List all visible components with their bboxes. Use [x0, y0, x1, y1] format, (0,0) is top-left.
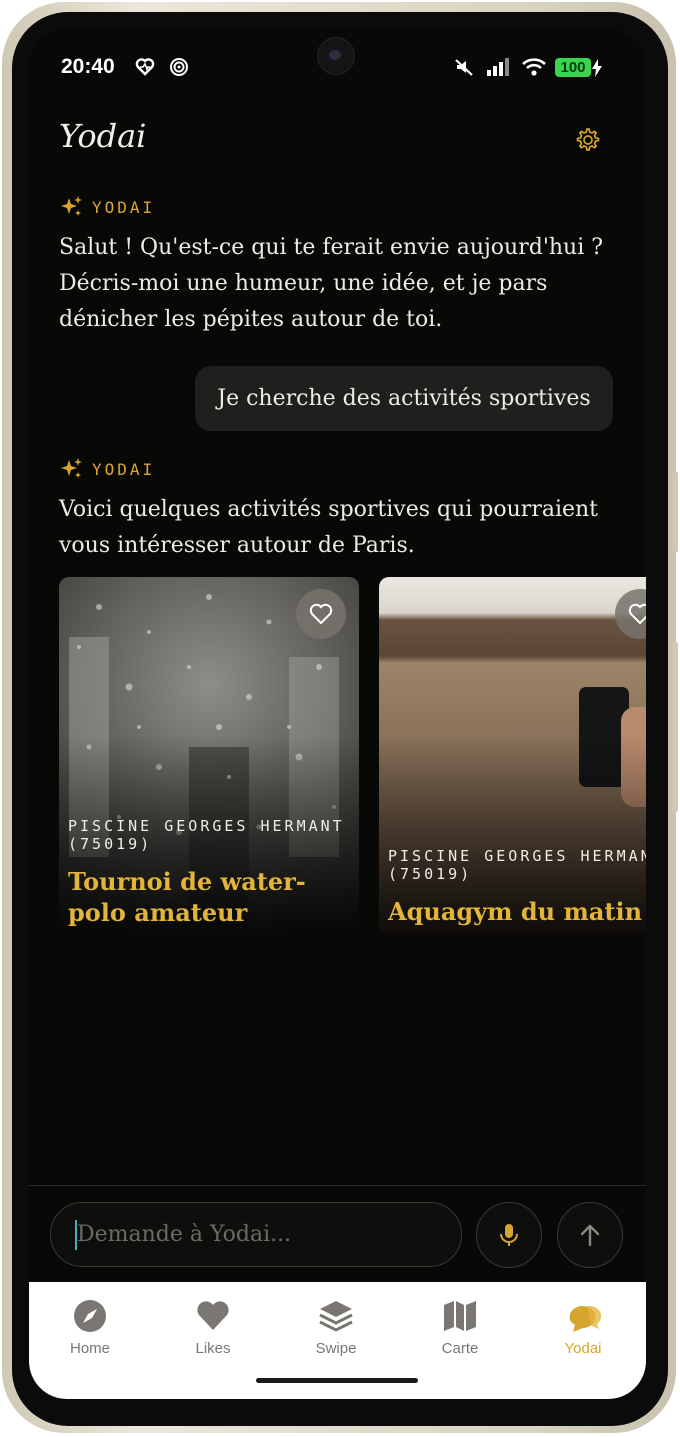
- card-title: Aquagym du matin: [388, 897, 643, 926]
- tab-label: Yodai: [564, 1340, 602, 1357]
- heart-pulse-icon: [135, 58, 155, 76]
- front-camera: [317, 37, 355, 75]
- card-venue: PISCINE GEORGES HERMANT (75019): [388, 847, 646, 883]
- chat-bubble-icon: [569, 1305, 602, 1332]
- wifi-icon: [522, 58, 546, 76]
- card-title: Tournoi de water-polo amateur: [68, 867, 306, 927]
- microphone-icon: [500, 1224, 518, 1246]
- microphone-button[interactable]: [476, 1202, 542, 1268]
- assistant-reply: Voici quelques activités sportives qui p…: [59, 497, 599, 558]
- tab-label: Carte: [441, 1340, 479, 1357]
- like-button[interactable]: [296, 589, 346, 639]
- card-venue: PISCINE GEORGES HERMANT (75019): [68, 817, 345, 853]
- like-button[interactable]: [615, 589, 646, 639]
- tab-home[interactable]: Home: [35, 1298, 145, 1357]
- home-indicator[interactable]: [256, 1378, 418, 1383]
- page-title: Yodai: [59, 117, 147, 155]
- activity-card[interactable]: PISCINE GEORGES HERMANT (75019) Tournoi …: [59, 577, 359, 935]
- status-time: 20:40: [61, 55, 115, 78]
- composer-divider: [29, 1185, 646, 1186]
- charging-icon: [592, 59, 602, 77]
- tab-label: Swipe: [315, 1340, 357, 1357]
- volume-button: [672, 472, 678, 552]
- chat-input[interactable]: Demande à Yodai...: [50, 1202, 462, 1267]
- tab-carte[interactable]: Carte: [405, 1298, 515, 1357]
- tab-yodai[interactable]: Yodai: [528, 1298, 638, 1357]
- stack-icon: [319, 1301, 353, 1332]
- assistant-greeting: Salut ! Qu'est-ce qui te ferait envie au…: [59, 235, 604, 332]
- map-icon: [444, 1301, 476, 1331]
- app-screen: 20:40 100 Yodai YODAI Salut ! Qu'est-ce …: [29, 29, 646, 1399]
- battery-indicator: 100: [555, 58, 591, 77]
- target-icon: [170, 58, 188, 76]
- power-button: [672, 642, 678, 812]
- chat-input-placeholder: Demande à Yodai...: [77, 1222, 292, 1247]
- sparkles-icon: [61, 196, 82, 216]
- compass-icon: [74, 1300, 106, 1332]
- tab-likes[interactable]: Likes: [158, 1298, 268, 1357]
- settings-gear-icon[interactable]: [573, 126, 601, 154]
- arrow-up-icon: [580, 1224, 600, 1247]
- heart-icon: [197, 1301, 229, 1330]
- sparkles-icon: [61, 458, 82, 478]
- tab-swipe[interactable]: Swipe: [281, 1298, 391, 1357]
- tab-label: Home: [69, 1340, 110, 1357]
- mute-icon: [455, 59, 473, 76]
- send-button[interactable]: [557, 1202, 623, 1268]
- heart-outline-icon: [309, 603, 333, 625]
- activity-card[interactable]: PISCINE GEORGES HERMANT (75019) Aquagym …: [379, 577, 646, 935]
- assistant-name: YODAI: [92, 460, 156, 479]
- signal-icon: [487, 58, 509, 76]
- tab-label: Likes: [195, 1340, 231, 1357]
- heart-outline-icon: [628, 603, 646, 625]
- user-message-bubble: Je cherche des activités sportives: [195, 366, 613, 431]
- assistant-name: YODAI: [92, 198, 156, 217]
